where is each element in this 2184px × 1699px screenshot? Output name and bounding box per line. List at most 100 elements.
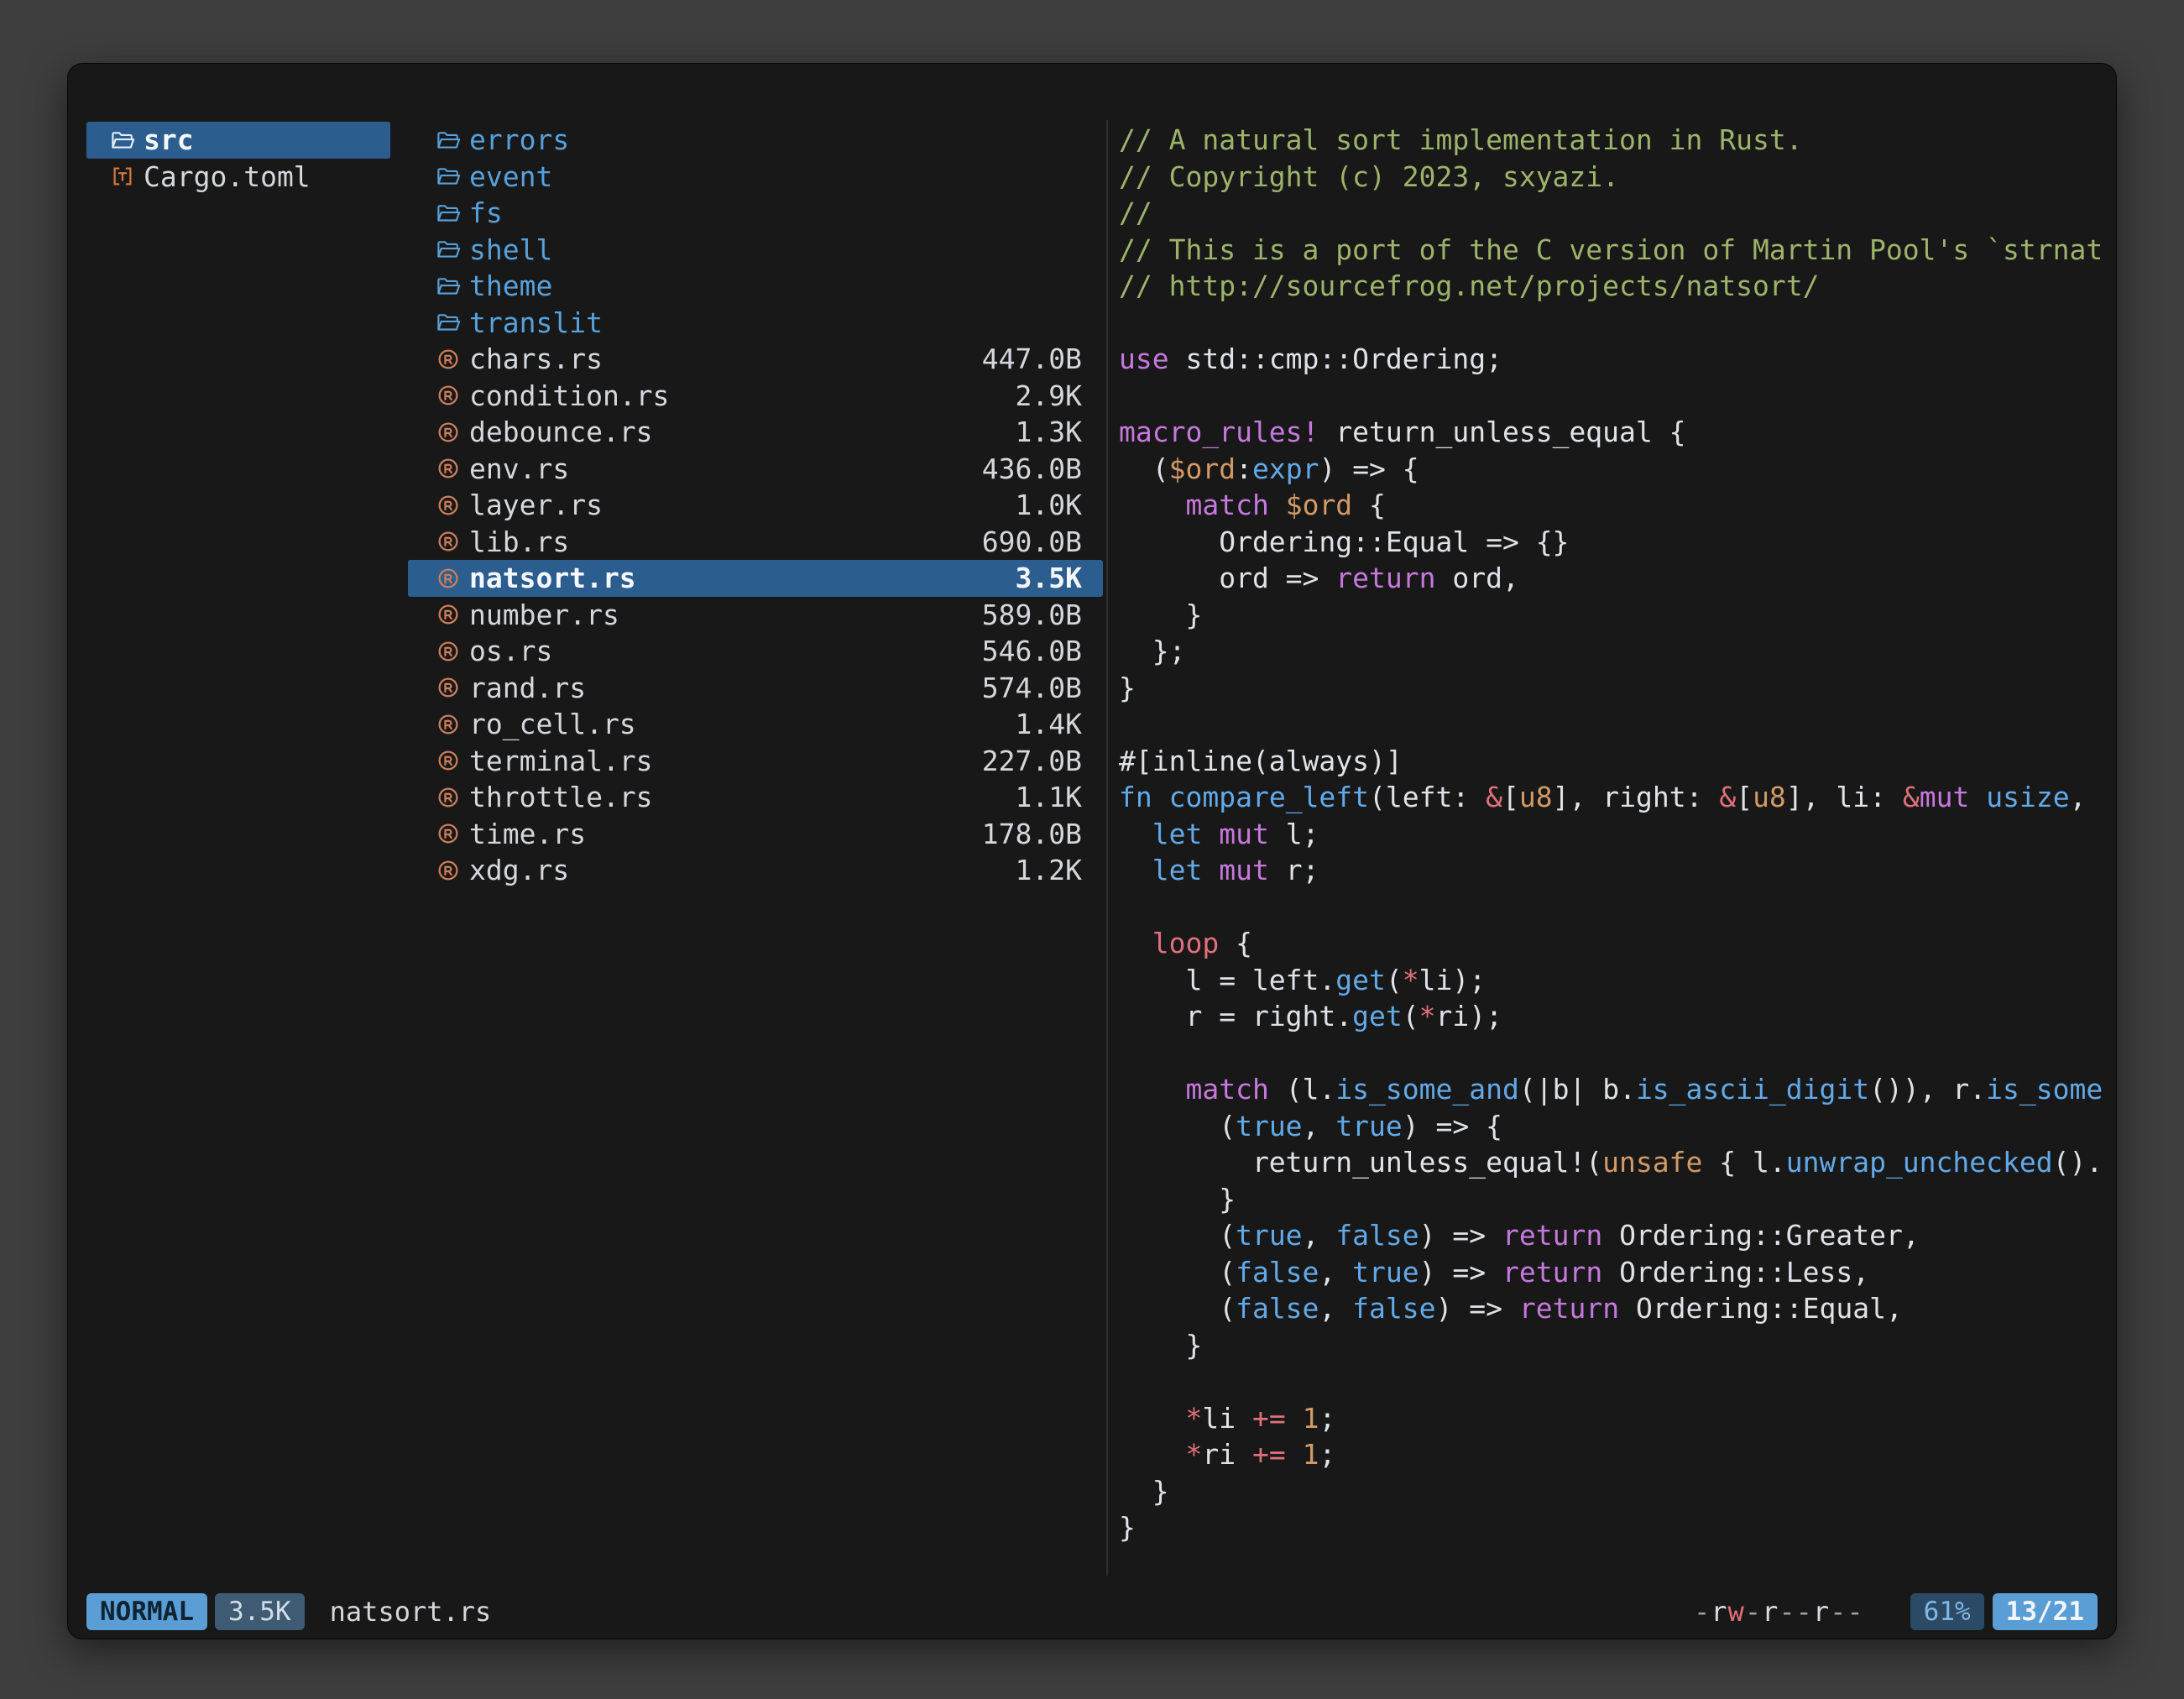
rust-file-icon: [436, 821, 461, 846]
status-filename: natsort.rs: [330, 1596, 492, 1628]
file-row[interactable]: errors: [408, 122, 1103, 159]
permission-char: r: [1813, 1596, 1830, 1628]
file-row[interactable]: chars.rs 447.0B: [408, 341, 1103, 378]
mode-badge: NORMAL: [86, 1593, 207, 1630]
file-row[interactable]: time.rs178.0B: [408, 816, 1103, 853]
file-size: 227.0B: [982, 745, 1082, 777]
file-name: os.rs: [469, 635, 552, 667]
scroll-percent-badge: 61%: [1910, 1593, 1984, 1630]
file-row[interactable]: condition.rs 2.9K: [408, 378, 1103, 415]
status-bar: NORMAL 3.5K natsort.rs -rw-r--r-- 61% 13…: [86, 1593, 2098, 1630]
code-line: #[inline(always)]: [1119, 743, 2113, 780]
file-row[interactable]: os.rs 546.0B: [408, 633, 1103, 670]
code-line: let mut l;: [1119, 816, 2113, 853]
code-line: *ri += 1;: [1119, 1436, 2113, 1473]
file-row[interactable]: fs: [408, 195, 1103, 232]
code-line: r = right.get(*ri);: [1119, 998, 2113, 1035]
file-name: ro_cell.rs: [469, 708, 636, 740]
file-name: layer.rs: [469, 489, 603, 521]
code-line: let mut r;: [1119, 852, 2113, 889]
yazi-file-manager-window: srcCargo.toml errorseventfsshellthemetra…: [67, 63, 2117, 1639]
code-line: (false, true) => return Ordering::Less,: [1119, 1254, 2113, 1291]
folder-icon: [436, 274, 461, 299]
code-line: Ordering::Equal => {}: [1119, 524, 2113, 561]
file-row[interactable]: number.rs589.0B: [408, 597, 1103, 634]
file-name: Cargo.toml: [144, 160, 311, 193]
rust-file-icon: [436, 529, 461, 554]
code-line: (false, false) => return Ordering::Equal…: [1119, 1290, 2113, 1327]
file-row[interactable]: ro_cell.rs 1.4K: [408, 706, 1103, 743]
permission-char: -: [1745, 1596, 1762, 1628]
permission-char: w: [1728, 1596, 1745, 1628]
file-row[interactable]: event: [408, 159, 1103, 196]
file-size: 1.3K: [1016, 416, 1082, 448]
code-line: loop {: [1119, 925, 2113, 962]
file-name: fs: [469, 196, 503, 229]
file-name: terminal.rs: [469, 745, 653, 777]
file-size: 2.9K: [1016, 379, 1082, 412]
rust-file-icon: [436, 858, 461, 883]
pane-divider: [1106, 120, 1108, 1576]
code-line: }: [1119, 1181, 2113, 1218]
file-row[interactable]: throttle.rs1.1K: [408, 779, 1103, 816]
file-name: lib.rs: [469, 525, 569, 558]
rust-file-icon: [436, 456, 461, 481]
code-line: macro_rules! return_unless_equal {: [1119, 414, 2113, 451]
rust-file-icon: [436, 712, 461, 737]
folder-icon: [436, 201, 461, 226]
file-size: 3.5K: [1016, 562, 1082, 594]
cursor-position-badge: 13/21: [1993, 1593, 2098, 1630]
file-size: 1.4K: [1016, 708, 1082, 740]
code-line: // http://sourcefrog.net/projects/natsor…: [1119, 268, 2113, 305]
file-size-badge: 3.5K: [215, 1593, 305, 1630]
parent-directory-pane: srcCargo.toml: [86, 122, 390, 195]
folder-icon: [436, 128, 461, 153]
file-row[interactable]: xdg.rs1.2K: [408, 852, 1103, 889]
file-permissions: -rw-r--r--: [1694, 1596, 1864, 1628]
code-line: [1119, 378, 2113, 415]
file-size: 1.0K: [1016, 489, 1082, 521]
code-line: [1119, 1035, 2113, 1072]
code-line: ord => return ord,: [1119, 560, 2113, 597]
file-size: 447.0B: [982, 342, 1082, 375]
file-row[interactable]: env.rs436.0B: [408, 451, 1103, 488]
code-line: // Copyright (c) 2023, sxyazi.: [1119, 159, 2113, 196]
file-name: chars.rs: [469, 342, 603, 375]
code-line: }: [1119, 1327, 2113, 1364]
permission-char: --: [1830, 1596, 1864, 1628]
code-line: // A natural sort implementation in Rust…: [1119, 122, 2113, 159]
file-row[interactable]: lib.rs690.0B: [408, 524, 1103, 561]
toml-file-icon: [110, 164, 135, 189]
file-row[interactable]: translit: [408, 305, 1103, 342]
file-row[interactable]: Cargo.toml: [86, 159, 390, 196]
rust-file-icon: [436, 383, 461, 408]
file-name: errors: [469, 123, 569, 156]
file-name: debounce.rs: [469, 416, 653, 448]
file-row[interactable]: debounce.rs 1.3K: [408, 414, 1103, 451]
file-size: 546.0B: [982, 635, 1082, 667]
permission-char: --: [1779, 1596, 1813, 1628]
permission-char: r: [1711, 1596, 1727, 1628]
rust-file-icon: [436, 602, 461, 627]
file-row[interactable]: natsort.rs 3.5K: [408, 560, 1103, 597]
folder-icon: [436, 310, 461, 335]
code-line: [1119, 706, 2113, 743]
file-row[interactable]: layer.rs 1.0K: [408, 487, 1103, 524]
file-name: condition.rs: [469, 379, 669, 412]
folder-icon: [436, 164, 461, 189]
file-row[interactable]: rand.rs574.0B: [408, 670, 1103, 707]
code-line: fn compare_left(left: &[u8], right: &[u8…: [1119, 779, 2113, 816]
file-row[interactable]: src: [86, 122, 390, 159]
file-name: xdg.rs: [469, 854, 569, 886]
code-line: *li += 1;: [1119, 1400, 2113, 1437]
file-name: theme: [469, 269, 552, 302]
code-line: (true, true) => {: [1119, 1108, 2113, 1145]
code-line: }: [1119, 1473, 2113, 1510]
file-row[interactable]: terminal.rs 227.0B: [408, 743, 1103, 780]
file-size: 178.0B: [982, 818, 1082, 850]
file-name: natsort.rs: [469, 562, 636, 594]
file-row[interactable]: theme: [408, 268, 1103, 305]
rust-file-icon: [436, 785, 461, 810]
file-row[interactable]: shell: [408, 232, 1103, 269]
permission-char: r: [1762, 1596, 1779, 1628]
